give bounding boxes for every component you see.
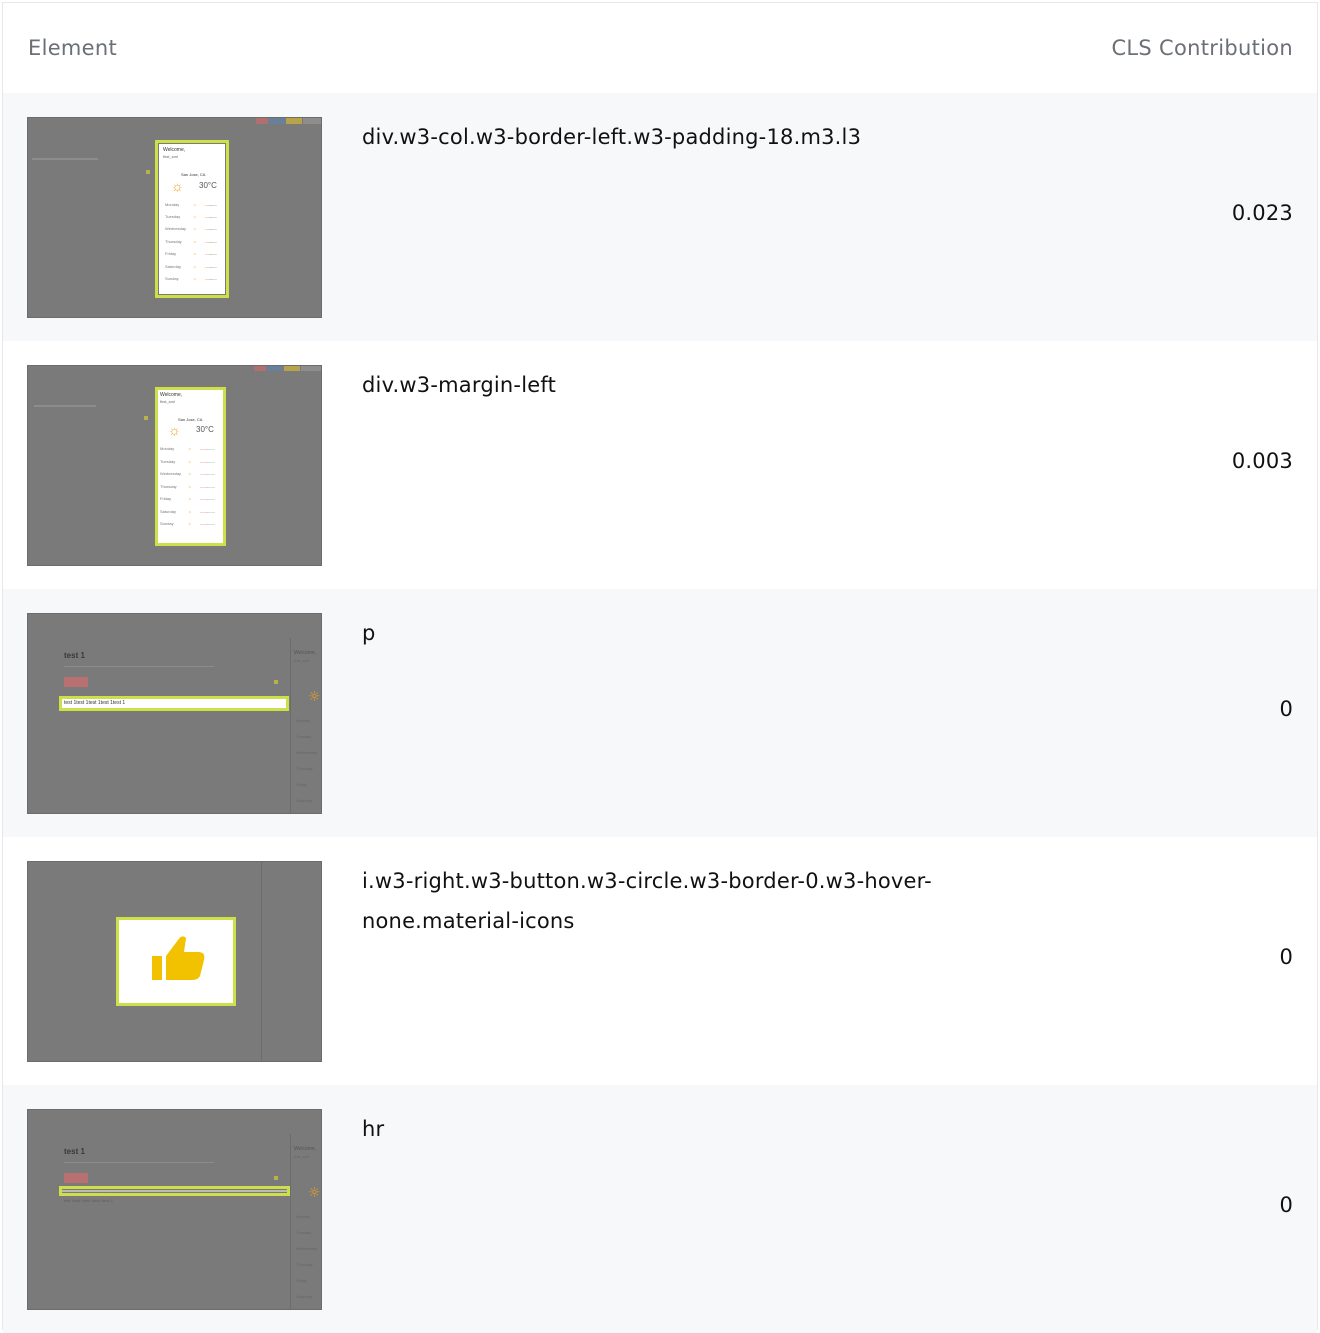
- cls-value: 0: [1279, 1193, 1293, 1217]
- cls-table: Element CLS Contribution Welcome, first_…: [2, 2, 1318, 1333]
- element-selector: div.w3-margin-left: [362, 373, 557, 397]
- element-selector: p: [362, 621, 376, 645]
- element-selector: i.w3-right.w3-button.w3-circle.w3-border…: [362, 869, 932, 933]
- column-header-cls: CLS Contribution: [1111, 36, 1293, 60]
- table-row: test 1 Welcome, first_sml ☼ Monday Tuesd…: [3, 589, 1317, 837]
- cls-value: 0.023: [1231, 201, 1293, 225]
- sun-icon: ☼: [308, 689, 321, 705]
- table-row: Welcome, first_sml San Jose, CA ☼ 30°C M…: [3, 93, 1317, 341]
- element-screenshot: Welcome, first_sml San Jose, CA ☼ 30°C M…: [27, 365, 322, 566]
- sun-icon: ☼: [171, 178, 184, 194]
- cls-value: 0: [1279, 945, 1293, 969]
- table-header: Element CLS Contribution: [3, 3, 1317, 93]
- column-header-element: Element: [28, 36, 118, 60]
- delete-button-preview: [64, 677, 88, 687]
- weather-card: Welcome, first_sml San Jose, CA ☼ 30°C M…: [158, 390, 223, 543]
- table-row: Welcome, first_sml San Jose, CA ☼ 30°C M…: [3, 341, 1317, 589]
- sun-icon: ☼: [308, 1185, 321, 1201]
- element-screenshot: test 1 Welcome, first_sml ☼ Monday Tuesd…: [27, 613, 322, 814]
- weather-card: Welcome, first_sml San Jose, CA ☼ 30°C M…: [159, 144, 225, 294]
- element-selector: hr: [362, 1117, 385, 1141]
- tab-strip: [254, 366, 321, 372]
- element-selector: div.w3-col.w3-border-left.w3-padding-18.…: [362, 125, 862, 149]
- table-row: test 1 Welcome, first_sml ☼ Monday Tuesd…: [3, 1085, 1317, 1333]
- element-screenshot: Welcome, first_sml San Jose, CA ☼ 30°C M…: [27, 117, 322, 318]
- element-screenshot: test 1 Welcome, first_sml ☼ Monday Tuesd…: [27, 1109, 322, 1310]
- tab-strip: [256, 118, 321, 124]
- element-screenshot: [27, 861, 322, 1062]
- cls-value: 0: [1279, 697, 1293, 721]
- delete-button-preview: [64, 1173, 88, 1183]
- table-row: i.w3-right.w3-button.w3-circle.w3-border…: [3, 837, 1317, 1085]
- cls-value: 0.003: [1231, 449, 1293, 473]
- thumb-up-icon: [136, 928, 216, 988]
- sun-icon: ☼: [168, 422, 181, 438]
